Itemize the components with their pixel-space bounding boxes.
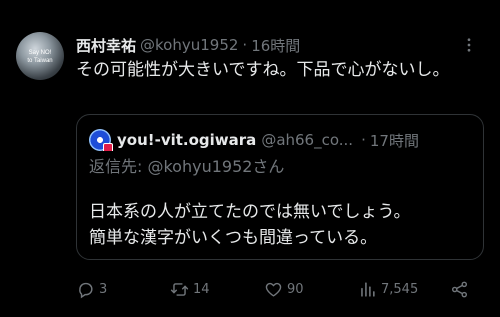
quoted-separator: · <box>361 131 366 149</box>
timestamp[interactable]: 16時間 <box>251 35 300 56</box>
quoted-tweet[interactable]: you!-vit.ogiwara @ah66_co... · 17時間 返信先:… <box>76 114 484 260</box>
quoted-tweet-text: 日本系の人が立てたのでは無いでしょう。 簡単な漢字がいくつも間違っている。 <box>89 199 475 251</box>
quoted-timestamp[interactable]: 17時間 <box>370 130 419 151</box>
tweet-text: その可能性が大きいですね。下品で心がないし。 <box>76 60 450 80</box>
reply-count: 3 <box>99 281 108 297</box>
display-name[interactable]: 西村幸祐 <box>76 35 136 56</box>
reply-button[interactable]: 3 <box>76 278 107 300</box>
retweet-button[interactable]: 14 <box>170 278 210 300</box>
retweet-icon <box>170 282 189 296</box>
share-button[interactable] <box>450 278 473 300</box>
quoted-tweet-header: you!-vit.ogiwara @ah66_co... · 17時間 <box>89 129 471 151</box>
tweet-header: 西村幸祐 @kohyu1952 · 16時間 <box>76 34 480 56</box>
user-handle[interactable]: @kohyu1952 <box>140 36 238 54</box>
views-button[interactable]: 7,545 <box>358 278 418 300</box>
quoted-user-handle[interactable]: @ah66_co... <box>261 131 353 149</box>
action-bar: 3 14 90 7,545 <box>76 278 484 300</box>
views-icon <box>361 281 375 297</box>
reply-icon <box>79 282 93 298</box>
share-icon <box>451 281 468 297</box>
quoted-display-name[interactable]: you!-vit.ogiwara <box>117 131 256 149</box>
separator: · <box>242 36 248 54</box>
more-icon[interactable] <box>460 36 478 54</box>
avatar[interactable]: Say NO! to Taiwan <box>16 32 64 80</box>
quoted-text-line: 日本系の人が立てたのでは無いでしょう。 <box>89 202 411 222</box>
quoted-text-line: 簡単な漢字がいくつも間違っている。 <box>89 228 378 248</box>
reply-to-label: 返信先: @kohyu1952さん <box>89 157 285 176</box>
view-count: 7,545 <box>381 281 419 297</box>
retweet-count: 14 <box>193 281 210 297</box>
avatar-caption: to Taiwan <box>27 58 53 64</box>
like-count: 90 <box>287 281 304 297</box>
quoted-avatar[interactable] <box>89 129 113 151</box>
like-button[interactable]: 90 <box>264 278 304 300</box>
heart-icon <box>265 282 282 297</box>
avatar-caption: Say NO! <box>28 50 52 56</box>
